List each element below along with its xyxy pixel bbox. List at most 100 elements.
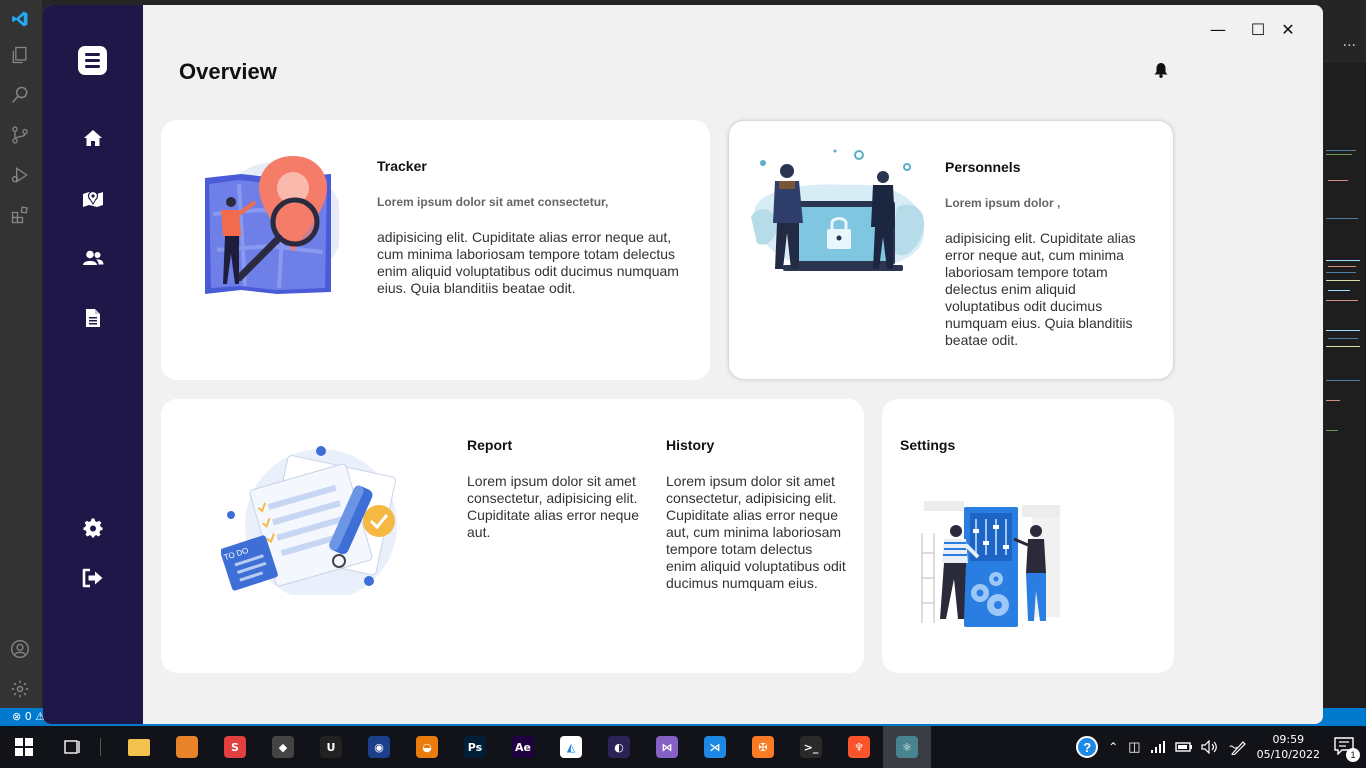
tracker-illustration — [205, 156, 339, 294]
tracker-subtitle: Lorem ipsum dolor sit amet consectetur, — [377, 195, 609, 209]
taskbar-app-blender[interactable]: ◒ — [403, 726, 451, 768]
app-window: — ☐ ✕ Overview Tracker Lorem ipsum dolor… — [43, 5, 1323, 724]
search-icon[interactable] — [9, 84, 31, 106]
taskbar-app-xampp[interactable]: ✠ — [739, 726, 787, 768]
report-illustration: TO DO — [221, 446, 397, 595]
xampp-icon: ✠ — [752, 736, 774, 758]
history-title: History — [666, 437, 715, 453]
logout-icon[interactable] — [81, 566, 105, 590]
meet-now-icon[interactable]: ◫ — [1128, 739, 1140, 755]
problems-indicator[interactable]: ⊗ 0 ⚠ — [12, 710, 45, 723]
manage-gear-icon[interactable] — [9, 678, 31, 700]
taskbar-app-fl-studio[interactable] — [163, 726, 211, 768]
pen-workspace-icon[interactable] — [1229, 739, 1247, 755]
clock-date: 05/10/2022 — [1256, 748, 1320, 761]
personnels-description: adipisicing elit. Cupiditate alias error… — [945, 230, 1136, 348]
taskbar-app-inkscape[interactable]: ◭ — [547, 726, 595, 768]
personnels-subtitle: Lorem ipsum dolor , — [945, 196, 1061, 210]
vscode-activity-bar — [0, 0, 42, 708]
document-icon[interactable] — [81, 306, 105, 330]
minimize-button[interactable]: — — [1203, 17, 1233, 41]
sidebar — [43, 5, 143, 724]
taskbar-app-vscode[interactable]: ⋊ — [691, 726, 739, 768]
unreal-icon: U — [320, 736, 342, 758]
help-icon[interactable]: ? — [1076, 736, 1099, 758]
blender-icon: ◒ — [416, 736, 438, 758]
extensions-icon[interactable] — [9, 204, 31, 226]
clock[interactable]: 09:59 05/10/2022 — [1257, 732, 1320, 762]
gear-icon[interactable] — [81, 516, 105, 540]
taskbar-app-unity[interactable]: ◆ — [259, 726, 307, 768]
close-button[interactable]: ✕ — [1273, 17, 1303, 41]
visual-studio-icon: ⋈ — [656, 736, 678, 758]
account-icon[interactable] — [9, 638, 31, 660]
file-explorer-icon — [128, 738, 150, 756]
tracker-title: Tracker — [377, 158, 427, 174]
volume-icon[interactable] — [1200, 740, 1219, 754]
editor-more-icon[interactable]: ··· — [1324, 0, 1366, 62]
windows-taskbar: S ◆ U ◉ ◒ Ps Ae ◭ ◐ ⋈ ⋊ ✠ >_ ♆ ⚛ ? ⌃ ◫ 09:59 05/10/202… — [0, 726, 1366, 768]
settings-title: Settings — [900, 437, 956, 453]
unity-icon: ◆ — [272, 736, 294, 758]
fl-studio-icon — [176, 736, 198, 758]
taskbar-app-list: S ◆ U ◉ ◒ Ps Ae ◭ ◐ ⋈ ⋊ ✠ >_ ♆ ⚛ — [115, 726, 931, 768]
personnels-illustration — [751, 149, 925, 271]
personnels-card[interactable]: Personnels Lorem ipsum dolor , adipisici… — [728, 120, 1174, 380]
terminal-icon: >_ — [800, 736, 822, 758]
personnels-title: Personnels — [945, 159, 1021, 175]
taskbar-app-terminal[interactable]: >_ — [787, 726, 835, 768]
taskbar-separator — [100, 738, 101, 756]
taskbar-app-photoshop[interactable]: Ps — [451, 726, 499, 768]
taskbar-app-unreal[interactable]: U — [307, 726, 355, 768]
page-title: Overview — [179, 59, 277, 84]
taskbar-app-file-explorer[interactable] — [115, 726, 163, 768]
explorer-icon[interactable] — [9, 44, 31, 66]
taskbar-app-eclipse[interactable]: ◐ — [595, 726, 643, 768]
taskbar-app-sublime[interactable]: S — [211, 726, 259, 768]
network-icon[interactable] — [1150, 741, 1167, 753]
vscode-logo-icon — [9, 8, 31, 30]
taskbar-app-after-effects[interactable]: Ae — [499, 726, 547, 768]
electron-icon: ⚛ — [896, 736, 918, 758]
task-view-icon — [64, 740, 80, 754]
vscode-editor-edge: ··· — [1324, 0, 1366, 708]
system-tray: ? ⌃ ◫ 09:59 05/10/2022 1 — [1076, 726, 1366, 768]
run-debug-icon[interactable] — [9, 164, 31, 186]
eclipse-icon: ◐ — [608, 736, 630, 758]
settings-card[interactable]: Settings — [882, 399, 1174, 673]
minimap — [1326, 150, 1360, 431]
battery-icon[interactable] — [1174, 741, 1193, 753]
notification-bell-icon[interactable] — [1154, 62, 1168, 83]
settings-illustration — [921, 501, 1060, 627]
taskbar-app-cinema4d[interactable]: ◉ — [355, 726, 403, 768]
clock-time: 09:59 — [1272, 733, 1305, 746]
sublime-icon: S — [224, 736, 246, 758]
report-title: Report — [467, 437, 513, 453]
task-view-button[interactable] — [48, 726, 96, 768]
windows-logo-icon — [15, 738, 33, 756]
inkscape-icon: ◭ — [560, 736, 582, 758]
vscode-icon: ⋊ — [704, 736, 726, 758]
map-icon[interactable] — [81, 187, 105, 211]
brave-icon: ♆ — [848, 736, 870, 758]
after-effects-icon: Ae — [512, 736, 534, 758]
taskbar-app-visual-studio[interactable]: ⋈ — [643, 726, 691, 768]
notification-center-icon[interactable]: 1 — [1334, 736, 1360, 762]
users-icon[interactable] — [81, 246, 105, 270]
taskbar-app-brave[interactable]: ♆ — [835, 726, 883, 768]
source-control-icon[interactable] — [9, 124, 31, 146]
chevron-up-icon[interactable]: ⌃ — [1108, 740, 1118, 754]
home-icon[interactable] — [81, 126, 105, 150]
tracker-description: adipisicing elit. Cupiditate alias error… — [377, 229, 679, 296]
maximize-button[interactable]: ☐ — [1243, 17, 1273, 41]
tracker-card[interactable]: Tracker Lorem ipsum dolor sit amet conse… — [161, 120, 710, 380]
taskbar-app-electron[interactable]: ⚛ — [883, 726, 931, 768]
photoshop-icon: Ps — [464, 736, 486, 758]
menu-logo-icon[interactable] — [78, 46, 107, 75]
start-button[interactable] — [0, 726, 48, 768]
history-description: Lorem ipsum dolor sit amet consectetur, … — [666, 473, 846, 591]
notification-count-badge: 1 — [1346, 747, 1360, 762]
report-history-card[interactable]: TO DO Report Lorem ipsum dolor sit amet … — [161, 399, 864, 673]
cinema4d-icon: ◉ — [368, 736, 390, 758]
report-description: Lorem ipsum dolor sit amet consectetur, … — [467, 473, 639, 540]
